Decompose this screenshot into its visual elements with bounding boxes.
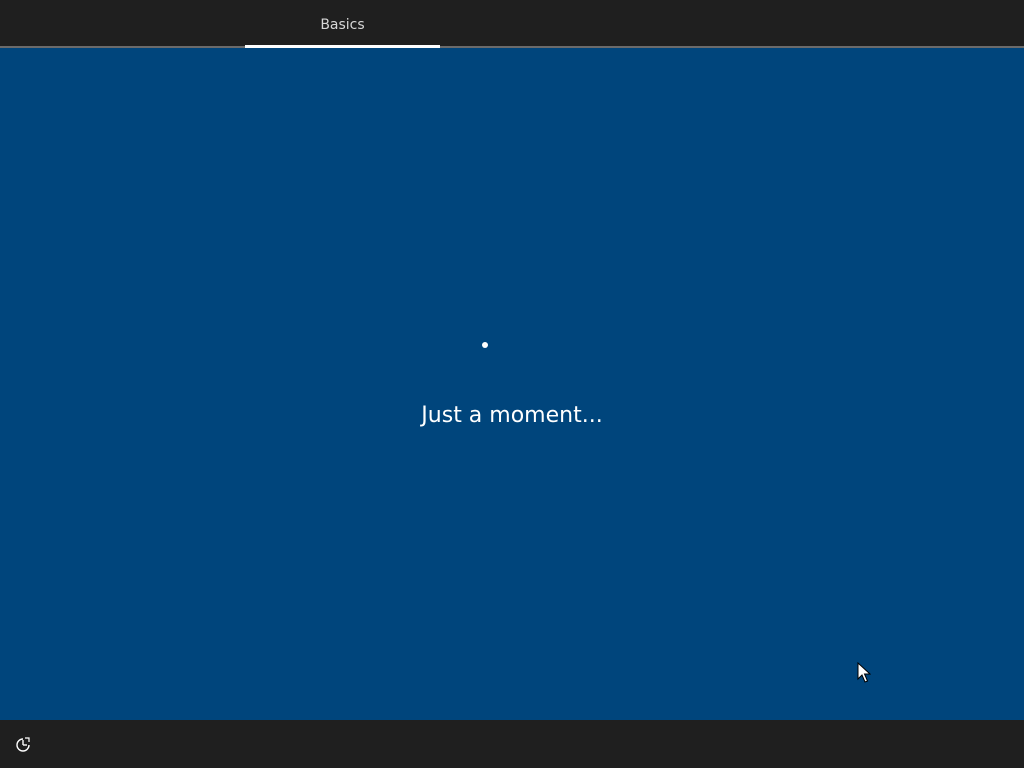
ease-of-access-button[interactable]: [10, 734, 36, 756]
loading-spinner-icon: [482, 342, 488, 348]
bottom-bar: [0, 720, 1024, 768]
setup-content-area: Just a moment...: [0, 48, 1024, 720]
status-message: Just a moment...: [421, 403, 603, 428]
mouse-pointer-icon: [857, 662, 871, 683]
top-navigation-bar: Basics: [0, 0, 1024, 48]
tab-basics[interactable]: Basics: [245, 0, 440, 46]
ease-of-access-icon: [16, 737, 30, 752]
